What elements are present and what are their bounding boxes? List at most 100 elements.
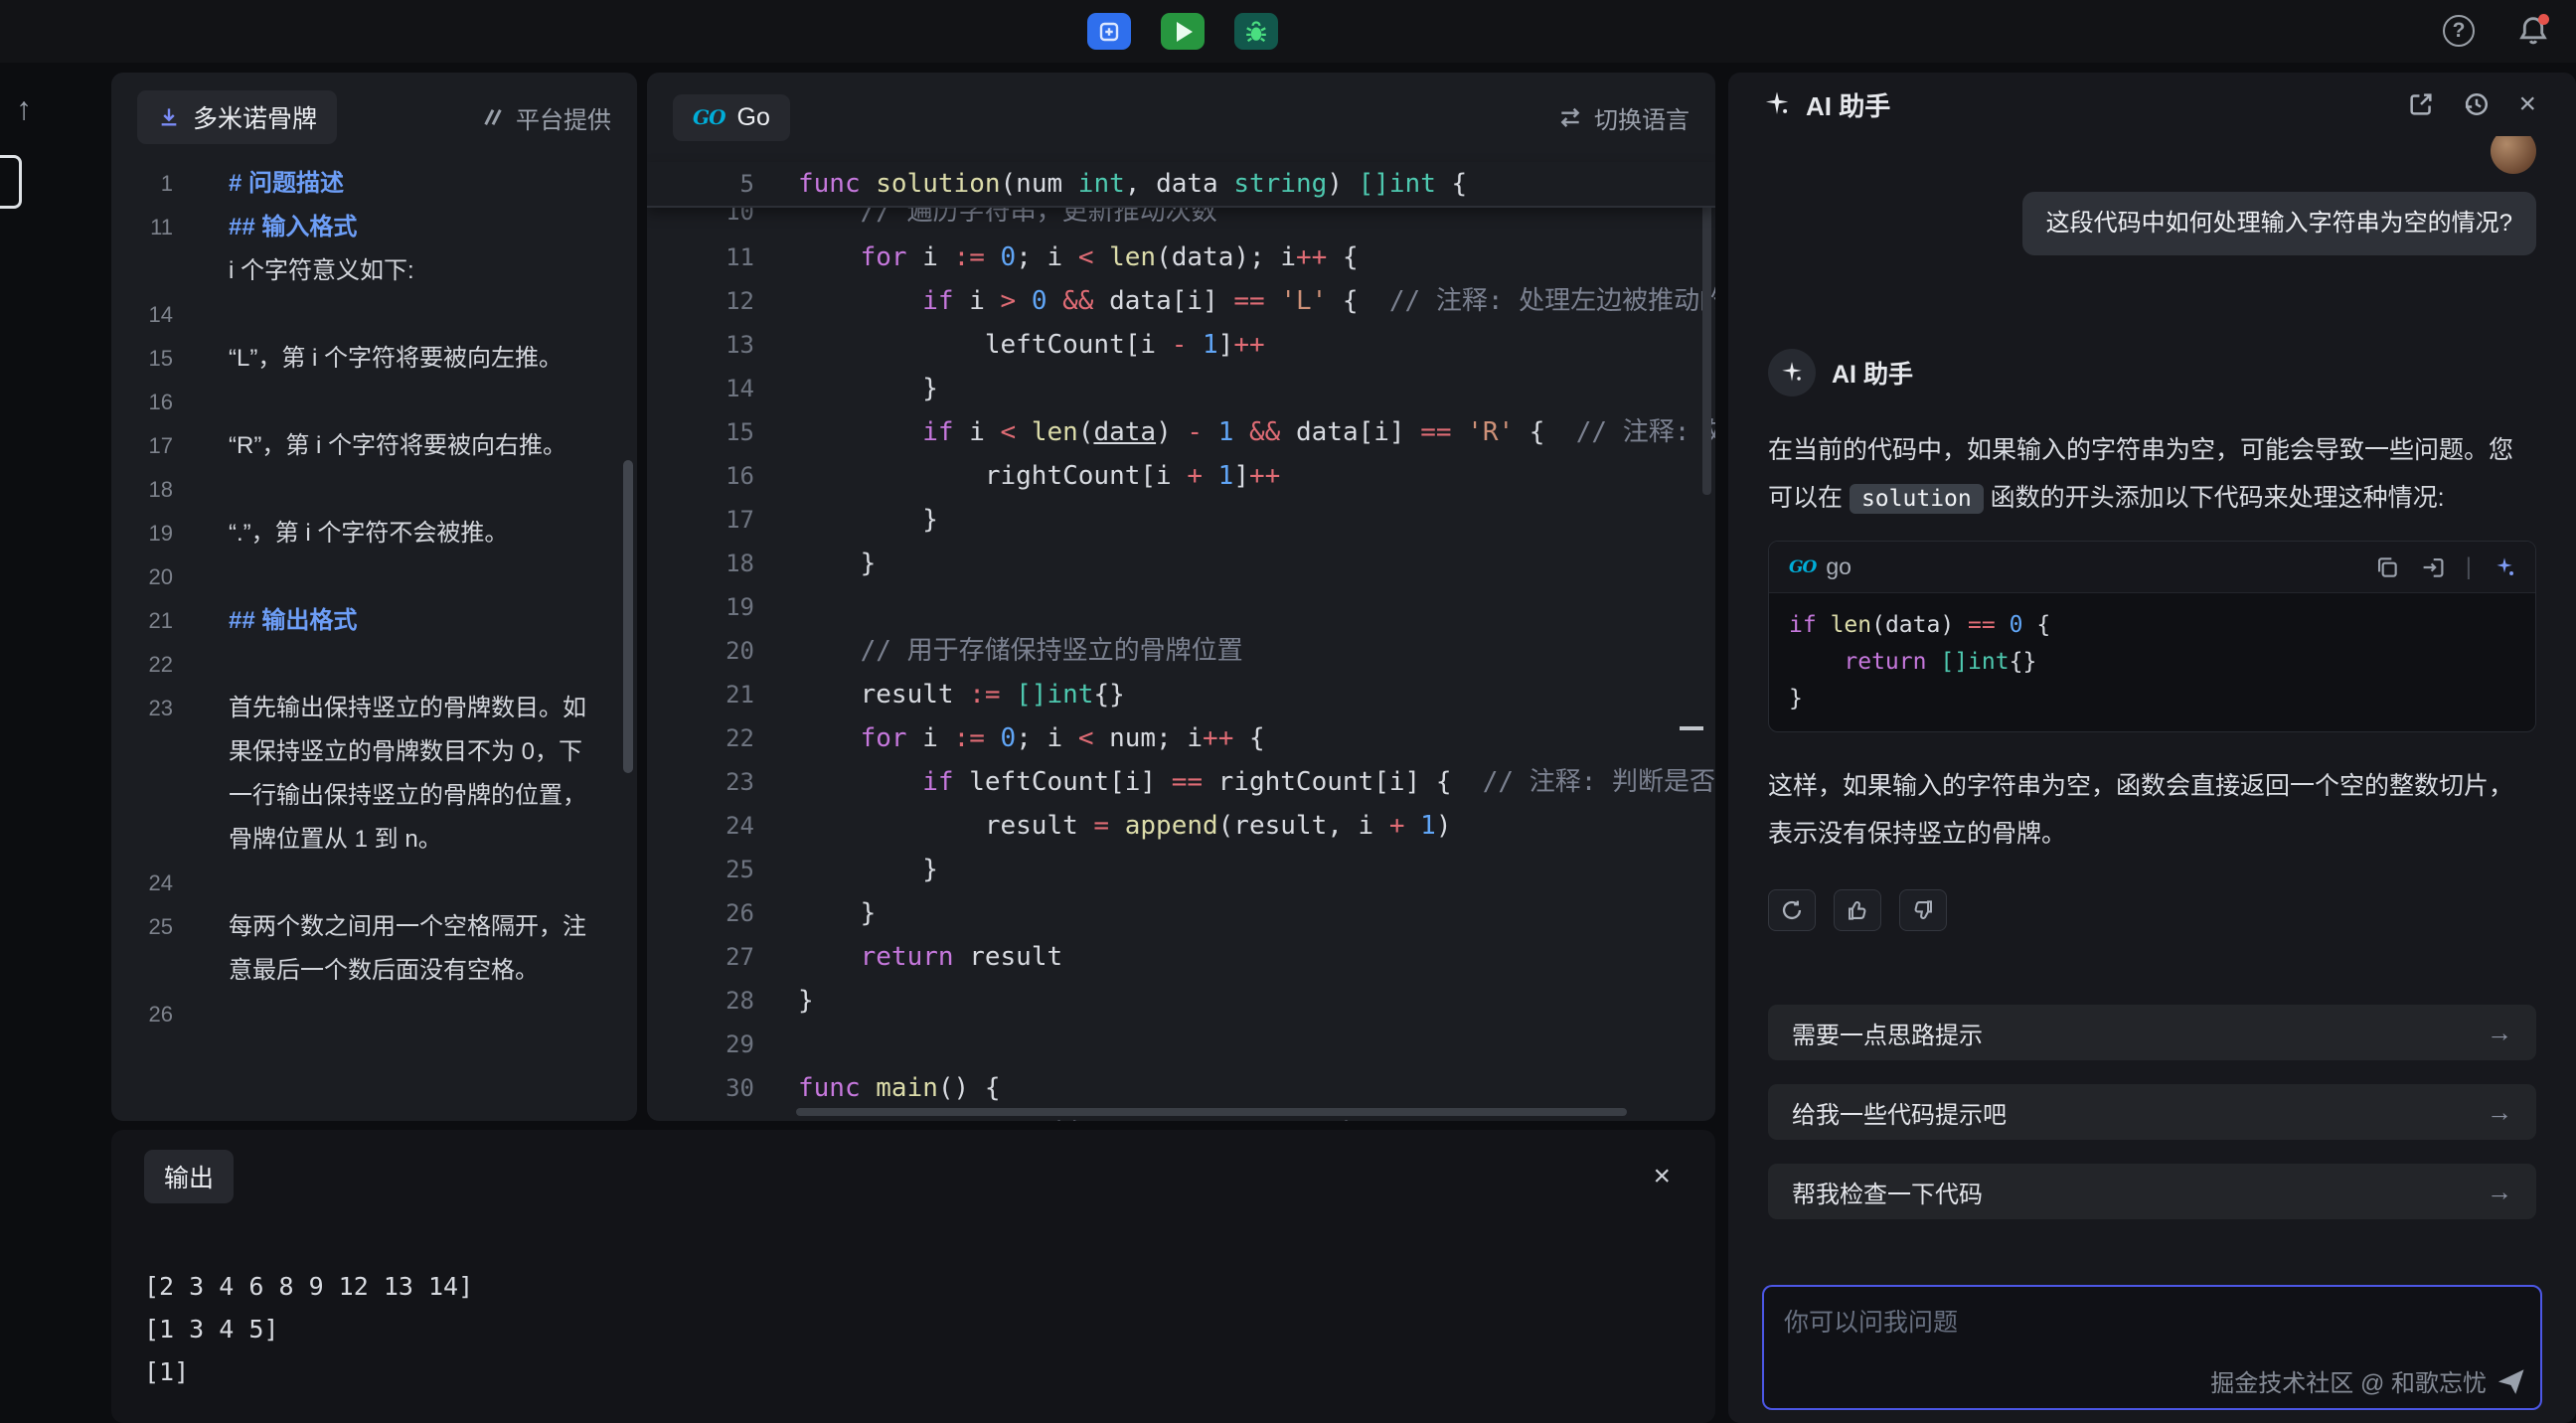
- code-line: 22 for i := 0; i < num; i++ {: [647, 716, 1715, 760]
- ai-header-icons: ×: [2407, 87, 2536, 121]
- export-chat-icon[interactable]: [2407, 90, 2435, 118]
- user-message-bubble: 这段代码中如何处理输入字符串为空的情况?: [2022, 192, 2536, 255]
- output-header: 输出 ×: [111, 1130, 1715, 1203]
- thumbs-up-icon[interactable]: [1834, 889, 1881, 931]
- problem-row: 20: [111, 555, 637, 599]
- copy-code-icon[interactable]: [2374, 554, 2400, 580]
- code-line: 26 }: [647, 891, 1715, 935]
- code-line: 11 for i := 0; i < len(data); i++ {: [647, 236, 1715, 279]
- suggestion-label: 帮我检查一下代码: [1792, 1175, 1983, 1209]
- insert-code-icon[interactable]: [2420, 554, 2446, 580]
- assistant-name: AI 助手: [1832, 355, 1913, 391]
- code-line: 20 // 用于存储保持竖立的骨牌位置: [647, 629, 1715, 673]
- editor-vscrollbar-thumb[interactable]: [1702, 167, 1711, 495]
- switch-language-icon: [1557, 104, 1583, 130]
- ai-code-actions: |: [2374, 553, 2517, 581]
- problem-row: 26: [111, 993, 637, 1036]
- ai-header: AI 助手 ×: [1728, 73, 2576, 136]
- assistant-paragraph-1: 在当前的代码中，如果输入的字符串为空，可能会导致一些问题。您可以在 soluti…: [1768, 426, 2536, 523]
- ai-messages: 这段代码中如何处理输入字符串为空的情况? AI 助手 在当前的代码中，如果输入的…: [1728, 136, 2576, 1005]
- problem-panel: 多米诺骨牌 平台提供 1# 问题描述11## 输入格式i 个字符意义如下:141…: [111, 73, 637, 1121]
- suggestion-button[interactable]: 帮我检查一下代码→: [1768, 1164, 2536, 1219]
- para1-after: 函数的开头添加以下代码来处理这种情况:: [1984, 484, 2445, 512]
- run-button[interactable]: [1161, 13, 1205, 50]
- editor-header: GO Go 切换语言: [647, 73, 1715, 162]
- user-avatar: [2491, 136, 2536, 174]
- go-logo-icon: GO: [693, 105, 725, 129]
- sticky-scope-line: 5func solution(num int, data string) []i…: [647, 162, 1715, 208]
- ai-code-lang: go: [1826, 553, 1852, 580]
- thumbs-down-icon[interactable]: [1899, 889, 1947, 931]
- scroll-up-icon[interactable]: ↑: [16, 90, 80, 127]
- code-line: 28}: [647, 979, 1715, 1023]
- regenerate-icon[interactable]: [1768, 889, 1816, 931]
- sparkle-logo-icon: [1762, 89, 1792, 119]
- ai-apply-sparkle-icon[interactable]: [2492, 554, 2517, 580]
- suggestion-button[interactable]: 需要一点思路提示→: [1768, 1005, 2536, 1060]
- arrow-right-icon: →: [2487, 1018, 2512, 1048]
- problem-content: 1# 问题描述11## 输入格式i 个字符意义如下:1415“L”，第 i 个字…: [111, 162, 637, 1036]
- icon-divider: |: [2466, 553, 2472, 581]
- ai-code-body: if len(data) == 0 { return []int{}}: [1769, 593, 2535, 731]
- insert-code-button[interactable]: [1087, 13, 1131, 50]
- code-line: 18 }: [647, 542, 1715, 585]
- code-line: 10 // 遍历字符串，更新推动次数: [647, 208, 1715, 234]
- problem-header: 多米诺骨牌 平台提供: [111, 73, 637, 162]
- bug-icon: [1243, 19, 1269, 45]
- code-line: 23 if leftCount[i] == rightCount[i] { //…: [647, 760, 1715, 804]
- arrow-right-icon: →: [2487, 1097, 2512, 1128]
- left-rail: ↑: [0, 63, 80, 1423]
- clipped-code-line: 10 // 遍历字符串，更新推动次数: [647, 208, 1715, 236]
- editor-hscrollbar-thumb[interactable]: [796, 1108, 1627, 1116]
- output-line: [2 3 4 6 8 9 12 13 14]: [144, 1265, 1683, 1308]
- help-glyph: ?: [2453, 19, 2466, 43]
- code-line: 19: [647, 585, 1715, 629]
- problem-row: 15“L”，第 i 个字符将要被向左推。: [111, 337, 637, 381]
- code-line: 27 return result: [647, 935, 1715, 979]
- editor-panel: GO Go 切换语言 5func solution(num int, data …: [647, 73, 1715, 1121]
- problem-row: 14: [111, 293, 637, 337]
- suggestion-list: 需要一点思路提示→给我一些代码提示吧→帮我检查一下代码→: [1728, 1005, 2576, 1219]
- problem-row: 23首先输出保持竖立的骨牌数目。如果保持竖立的骨牌数目不为 0，下一行输出保持竖…: [111, 687, 637, 862]
- problem-title: 多米诺骨牌: [193, 99, 317, 135]
- ai-code-header: GO go |: [1769, 542, 2535, 593]
- send-icon[interactable]: [2496, 1366, 2526, 1396]
- notification-bell-icon[interactable]: [2516, 14, 2550, 48]
- help-icon[interactable]: ?: [2443, 15, 2475, 47]
- debug-button[interactable]: [1234, 13, 1278, 50]
- code-line: 12 if i > 0 && data[i] == 'L' { // 注释: 处…: [647, 279, 1715, 323]
- ai-input-box[interactable]: 掘金技术社区 @ 和歌忘忧: [1762, 1285, 2542, 1410]
- problem-row: 22: [111, 643, 637, 687]
- problem-row: 18: [111, 468, 637, 512]
- suggestion-label: 给我一些代码提示吧: [1792, 1095, 2007, 1130]
- assistant-paragraph-2: 这样，如果输入的字符串为空，函数会直接返回一个空的整数切片，表示没有保持竖立的骨…: [1768, 762, 2536, 858]
- output-title-badge[interactable]: 输出: [144, 1150, 234, 1203]
- close-ai-icon[interactable]: ×: [2518, 87, 2536, 121]
- code-line: 30func main() {: [647, 1066, 1715, 1110]
- language-badge[interactable]: GO Go: [673, 94, 790, 141]
- problem-row: 24: [111, 862, 637, 905]
- inline-code-chip: solution: [1850, 484, 1984, 514]
- problem-row: 11## 输入格式: [111, 206, 637, 249]
- collapsed-panel-handle[interactable]: [0, 155, 22, 209]
- output-content: [2 3 4 6 8 9 12 13 14][1 3 4 5][1]: [111, 1203, 1715, 1393]
- play-icon: [1177, 22, 1193, 42]
- switch-language-button[interactable]: 切换语言: [1557, 100, 1690, 135]
- provider-label-wrap: 平台提供: [481, 100, 611, 135]
- ai-input[interactable]: [1784, 1303, 2520, 1358]
- watermark-wrap: 掘金技术社区 @ 和歌忘忧: [2210, 1363, 2526, 1398]
- ai-title-wrap: AI 助手: [1762, 86, 1890, 123]
- overview-ruler-mark: [1680, 726, 1703, 730]
- problem-title-badge[interactable]: 多米诺骨牌: [137, 90, 337, 144]
- suggestion-button[interactable]: 给我一些代码提示吧 →: [1768, 1084, 2536, 1140]
- code-line: 25 }: [647, 848, 1715, 891]
- message-actions: [1768, 889, 2536, 931]
- close-output-icon[interactable]: ×: [1653, 1160, 1671, 1193]
- platform-logo-icon: [481, 105, 505, 129]
- go-logo-icon-small: GO: [1789, 557, 1816, 577]
- code-line: 13 leftCount[i - 1]++: [647, 323, 1715, 367]
- history-icon[interactable]: [2463, 90, 2491, 118]
- editor-content[interactable]: 11 for i := 0; i < len(data); i++ {12 if…: [647, 236, 1715, 1121]
- problem-scrollbar-thumb[interactable]: [623, 460, 633, 773]
- topbar-right: ?: [2443, 14, 2550, 48]
